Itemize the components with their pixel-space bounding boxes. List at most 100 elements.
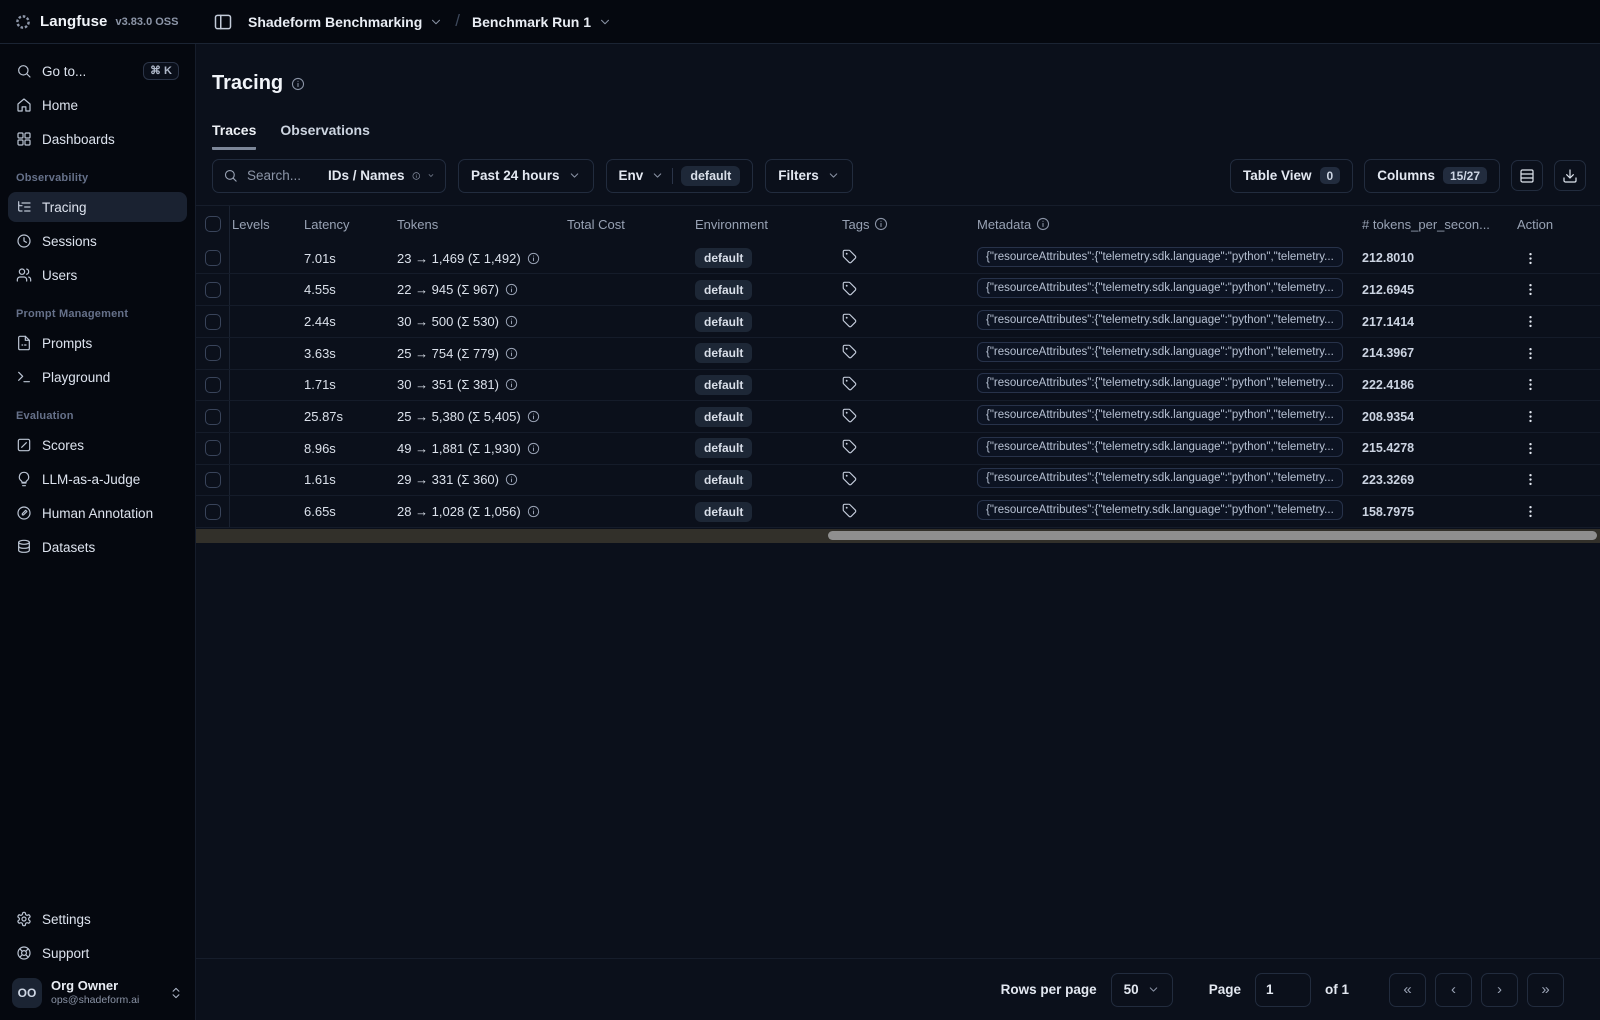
col-levels[interactable]: Levels	[230, 217, 300, 232]
table-row[interactable]: 3.63s 25 → 754 (Σ 779) default {"resourceAt…	[196, 337, 1600, 370]
tag-icon[interactable]	[842, 313, 857, 328]
sidebar-toggle-button[interactable]	[210, 9, 236, 35]
next-page-button[interactable]: ›	[1481, 972, 1518, 1007]
metadata-pill[interactable]: {"resourceAttributes":{"telemetry.sdk.la…	[977, 310, 1343, 330]
kebab-menu-icon[interactable]	[1523, 346, 1538, 361]
col-latency[interactable]: Latency	[300, 217, 395, 232]
filters-button[interactable]: Filters	[765, 158, 853, 193]
sidebar-item-playground[interactable]: Playground	[8, 362, 187, 392]
account-switcher[interactable]: OO Org Owner ops@shadeform.ai	[8, 972, 187, 1010]
metadata-pill[interactable]: {"resourceAttributes":{"telemetry.sdk.la…	[977, 468, 1343, 489]
metadata-pill[interactable]: {"resourceAttributes":{"telemetry.sdk.la…	[977, 278, 1343, 299]
metadata-pill[interactable]: {"resourceAttributes":{"telemetry.sdk.la…	[977, 500, 1343, 521]
tab-observations[interactable]: Observations	[280, 122, 369, 150]
columns-button[interactable]: Columns 15/27	[1364, 158, 1500, 193]
horizontal-scrollbar[interactable]	[196, 528, 1600, 543]
sidebar-item-tracing[interactable]: Tracing	[8, 192, 187, 222]
tag-icon[interactable]	[842, 344, 857, 359]
table-row[interactable]: 7.01s 23 → 1,469 (Σ 1,492) default {"resour…	[196, 242, 1600, 275]
prev-page-button[interactable]: ‹	[1435, 972, 1472, 1007]
sidebar-item-dashboards[interactable]: Dashboards	[8, 124, 187, 154]
search-combo[interactable]: IDs / Names	[212, 158, 446, 193]
kebab-menu-icon[interactable]	[1523, 282, 1538, 297]
info-icon[interactable]	[505, 473, 518, 486]
row-checkbox[interactable]	[204, 471, 221, 488]
col-total-cost[interactable]: Total Cost	[565, 217, 693, 232]
org-switcher[interactable]: Shadeform Benchmarking	[248, 14, 443, 30]
table-row[interactable]: 1.71s 30 → 351 (Σ 381) default {"resourceAt…	[196, 369, 1600, 402]
row-checkbox[interactable]	[204, 440, 221, 457]
row-checkbox[interactable]	[204, 250, 221, 267]
table-row[interactable]: 25.87s 25 → 5,380 (Σ 5,405) default {"resou…	[196, 401, 1600, 433]
row-checkbox[interactable]	[204, 408, 221, 425]
row-checkbox[interactable]	[204, 376, 221, 393]
tag-icon[interactable]	[842, 249, 857, 264]
info-icon[interactable]	[505, 315, 518, 328]
info-icon[interactable]	[505, 347, 518, 360]
tag-icon[interactable]	[842, 408, 857, 423]
col-tokens[interactable]: Tokens	[395, 217, 565, 232]
row-checkbox[interactable]	[204, 503, 221, 520]
metadata-pill[interactable]: {"resourceAttributes":{"telemetry.sdk.la…	[977, 246, 1343, 267]
info-icon[interactable]	[505, 378, 518, 391]
metadata-pill[interactable]: {"resourceAttributes":{"telemetry.sdk.la…	[977, 373, 1343, 394]
export-button[interactable]	[1554, 160, 1586, 192]
info-icon[interactable]	[527, 442, 540, 455]
rows-per-page-select[interactable]: 50	[1110, 972, 1173, 1007]
time-range-filter[interactable]: Past 24 hours	[458, 158, 594, 193]
kebab-menu-icon[interactable]	[1523, 441, 1538, 456]
first-page-button[interactable]: «	[1389, 972, 1426, 1007]
col-tags[interactable]: Tags	[840, 217, 975, 232]
info-icon[interactable]	[505, 283, 518, 296]
sidebar-item-settings[interactable]: Settings	[8, 904, 187, 934]
kebab-menu-icon[interactable]	[1523, 409, 1538, 424]
page-number-input[interactable]	[1254, 972, 1311, 1007]
project-switcher[interactable]: Benchmark Run 1	[472, 14, 612, 30]
sidebar-item-support[interactable]: Support	[8, 938, 187, 968]
info-icon[interactable]	[527, 252, 540, 265]
sidebar-item-users[interactable]: Users	[8, 260, 187, 290]
table-row[interactable]: 4.55s 22 → 945 (Σ 967) default {"resourceAt…	[196, 274, 1600, 307]
table-row[interactable]: 8.96s 49 → 1,881 (Σ 1,930) default {"resour…	[196, 432, 1600, 465]
table-view-button[interactable]: Table View 0	[1229, 158, 1354, 193]
kebab-menu-icon[interactable]	[1523, 377, 1538, 392]
row-checkbox[interactable]	[204, 281, 221, 298]
sidebar-item-goto[interactable]: Go to... ⌘ K	[8, 56, 187, 86]
tag-icon[interactable]	[842, 503, 857, 518]
info-icon[interactable]	[527, 505, 540, 518]
sidebar-item-human-annotation[interactable]: Human Annotation	[8, 498, 187, 528]
table-row[interactable]: 1.61s 29 → 331 (Σ 360) default {"resourceAt…	[196, 464, 1600, 497]
search-input[interactable]	[245, 167, 321, 185]
row-height-button[interactable]	[1511, 160, 1543, 192]
tag-icon[interactable]	[842, 376, 857, 391]
tab-traces[interactable]: Traces	[212, 122, 257, 150]
metadata-pill[interactable]: {"resourceAttributes":{"telemetry.sdk.la…	[977, 436, 1343, 457]
tag-icon[interactable]	[842, 471, 857, 486]
sidebar-item-llm-as-a-judge[interactable]: LLM-as-a-Judge	[8, 464, 187, 494]
table-row[interactable]: 2.44s 30 → 500 (Σ 530) default {"resourceAt…	[196, 306, 1600, 338]
kebab-menu-icon[interactable]	[1523, 251, 1538, 266]
row-checkbox[interactable]	[204, 313, 221, 330]
environment-filter[interactable]: Env default	[605, 158, 754, 193]
tag-icon[interactable]	[842, 281, 857, 296]
sidebar-item-home[interactable]: Home	[8, 90, 187, 120]
kebab-menu-icon[interactable]	[1523, 472, 1538, 487]
metadata-pill[interactable]: {"resourceAttributes":{"telemetry.sdk.la…	[977, 341, 1343, 362]
col-metadata[interactable]: Metadata	[975, 217, 1360, 232]
info-icon[interactable]	[291, 77, 305, 91]
kebab-menu-icon[interactable]	[1523, 504, 1538, 519]
tag-icon[interactable]	[842, 439, 857, 454]
metadata-pill[interactable]: {"resourceAttributes":{"telemetry.sdk.la…	[977, 405, 1343, 426]
sidebar-item-datasets[interactable]: Datasets	[8, 532, 187, 562]
sidebar-item-prompts[interactable]: Prompts	[8, 328, 187, 358]
horizontal-scrollbar-thumb[interactable]	[827, 531, 1597, 541]
last-page-button[interactable]: »	[1527, 972, 1564, 1007]
select-all-checkbox[interactable]	[204, 216, 221, 233]
sidebar-item-sessions[interactable]: Sessions	[8, 226, 187, 256]
info-icon[interactable]	[527, 410, 540, 423]
row-checkbox[interactable]	[204, 345, 221, 362]
table-row[interactable]: 6.65s 28 → 1,028 (Σ 1,056) default {"resour…	[196, 496, 1600, 528]
sidebar-item-scores[interactable]: Scores	[8, 430, 187, 460]
kebab-menu-icon[interactable]	[1523, 314, 1538, 329]
col-environment[interactable]: Environment	[693, 217, 840, 232]
